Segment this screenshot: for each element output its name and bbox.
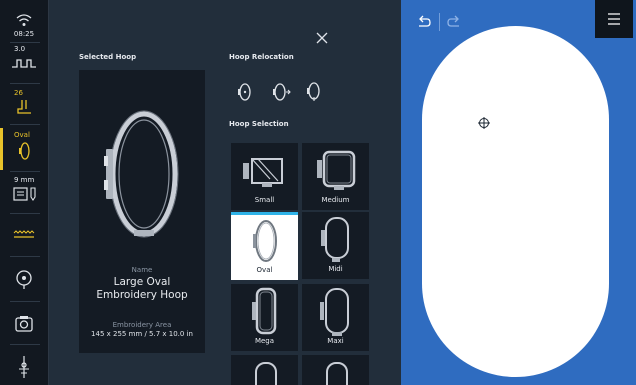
hoop-tile-oval[interactable]: Oval — [231, 212, 298, 280]
hoop-selection-title: Hoop Selection — [229, 120, 289, 128]
relocate-center-icon[interactable] — [233, 80, 257, 104]
stitch-width-value: 3.0 — [14, 45, 26, 53]
undo-icon[interactable] — [416, 14, 432, 30]
hoop-tile-maxi[interactable]: Maxi — [302, 284, 369, 351]
hoop-tile[interactable] — [231, 355, 298, 385]
left-sidebar: 08:25 3.0 26 Oval 9 mm — [0, 0, 49, 385]
foot-value: 9 mm — [14, 176, 35, 184]
hoop-area[interactable] — [422, 26, 609, 377]
presser-foot-icon[interactable] — [0, 98, 48, 116]
name-label: Name — [131, 266, 153, 274]
hoop-tile-small[interactable]: Small — [231, 143, 298, 210]
hoop-tile-label: Maxi — [327, 337, 344, 345]
hoop-value: Oval — [14, 131, 30, 139]
bobbin-icon[interactable] — [0, 268, 48, 290]
hamburger-icon — [608, 13, 620, 25]
embroidery-canvas[interactable] — [401, 0, 636, 385]
hoop-image — [255, 362, 277, 385]
selected-hoop-card: Name Large Oval Embroidery Hoop Embroide… — [79, 70, 205, 353]
hoop-tile-label: Medium — [321, 196, 350, 204]
hoop-icon[interactable] — [0, 140, 48, 162]
close-button[interactable] — [313, 29, 331, 47]
area-value: 145 x 255 mm / 5.7 x 10.0 in — [91, 330, 193, 338]
stitch-plate-icon[interactable] — [0, 185, 48, 203]
hoop-tile-label: Small — [254, 196, 275, 204]
oval-hoop-image — [253, 220, 277, 262]
hoop-tile-medium[interactable]: Medium — [302, 143, 369, 210]
crosshair-icon[interactable] — [478, 117, 490, 129]
hoop-tile-midi[interactable]: Midi — [302, 212, 369, 279]
presser-value: 26 — [14, 89, 23, 97]
wifi-icon — [16, 14, 32, 26]
undo-redo-divider — [439, 13, 440, 31]
oval-hoop-image — [104, 110, 179, 238]
small-hoop-image — [243, 158, 283, 187]
stitch-width-icon[interactable] — [0, 54, 48, 74]
midi-hoop-image — [321, 217, 349, 262]
clock: 08:25 — [13, 30, 35, 38]
redo-icon[interactable] — [446, 14, 462, 30]
hoop-relocation-title: Hoop Relocation — [229, 53, 294, 61]
stitch-pattern-icon[interactable] — [0, 228, 48, 242]
maxi-hoop-image — [320, 288, 349, 336]
hoop-image — [326, 362, 348, 385]
menu-button[interactable] — [595, 0, 633, 38]
hoop-tile-mega[interactable]: Mega — [231, 284, 298, 351]
hoop-name: Large Oval Embroidery Hoop — [96, 276, 188, 301]
mega-hoop-image — [252, 287, 277, 335]
selected-hoop-title: Selected Hoop — [79, 53, 137, 61]
hoop-tile-label: Midi — [328, 265, 343, 273]
close-icon — [316, 32, 328, 44]
needle-threader-icon[interactable] — [0, 355, 48, 379]
relocate-down-icon[interactable] — [302, 80, 326, 104]
relocate-right-icon[interactable] — [268, 80, 292, 104]
medium-hoop-image — [317, 150, 356, 190]
hoop-tile[interactable] — [302, 355, 369, 385]
area-label: Embroidery Area — [112, 321, 172, 329]
camera-icon[interactable] — [0, 314, 48, 334]
hoop-tile-label: Oval — [256, 266, 273, 274]
hoop-tile-label: Mega — [254, 337, 275, 345]
